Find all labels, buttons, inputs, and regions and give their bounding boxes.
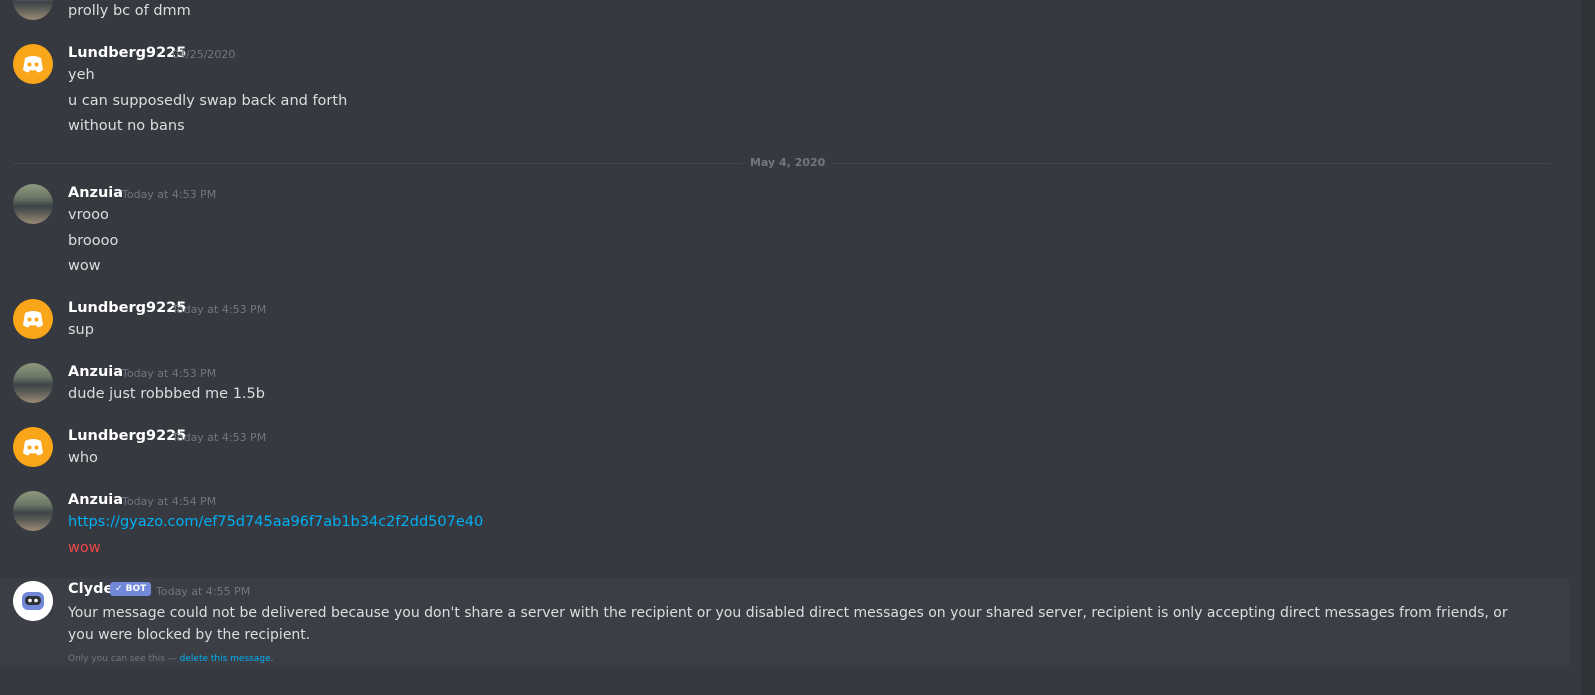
message-link[interactable]: https://gyazo.com/ef75d745aa96f7ab1b34c2… — [68, 514, 483, 530]
scrollbar[interactable] — [1581, 0, 1595, 695]
message-text: who — [68, 450, 98, 466]
message-text: yeh — [68, 67, 95, 83]
author-name[interactable]: Lundberg9225 — [68, 428, 186, 444]
author-name[interactable]: Anzuia — [68, 492, 123, 508]
avatar[interactable] — [13, 184, 53, 224]
discord-icon — [23, 311, 43, 328]
timestamp: Today at 4:53 PM — [172, 431, 267, 444]
author-name[interactable]: Anzuia — [68, 185, 123, 201]
message-text: wow — [68, 258, 101, 274]
author-name[interactable]: Lundberg9225 — [68, 45, 186, 61]
avatar[interactable] — [13, 581, 53, 621]
ephemeral-note: Only you can see this — delete this mess… — [68, 654, 273, 664]
message-text: prolly bc of dmm — [68, 3, 191, 19]
avatar[interactable] — [13, 363, 53, 403]
timestamp: Today at 4:53 PM — [122, 188, 217, 201]
delete-message-link[interactable]: delete this message. — [180, 654, 274, 664]
timestamp: Today at 4:55 PM — [156, 585, 251, 598]
author-name[interactable]: Clyde — [68, 581, 113, 597]
note-prefix: Only you can see this — — [68, 654, 180, 664]
avatar[interactable] — [13, 44, 53, 84]
discord-icon — [23, 56, 43, 73]
message-text: u can supposedly swap back and forth — [68, 93, 348, 109]
avatar[interactable] — [13, 0, 53, 20]
timestamp: Today at 4:53 PM — [172, 303, 267, 316]
timestamp: 04/25/2020 — [172, 48, 236, 61]
bot-message-text: Your message could not be delivered beca… — [68, 605, 1508, 643]
timestamp: Today at 4:53 PM — [122, 367, 217, 380]
discord-icon — [23, 439, 43, 456]
avatar[interactable] — [13, 427, 53, 467]
avatar[interactable] — [13, 299, 53, 339]
message-text: vrooo — [68, 207, 109, 223]
message-text: sup — [68, 322, 94, 338]
message-text: without no bans — [68, 118, 185, 134]
chat-log: prolly bc of dmm Lundberg9225 04/25/2020… — [0, 0, 1595, 695]
message-text: broooo — [68, 233, 119, 249]
author-name[interactable]: Anzuia — [68, 364, 123, 380]
avatar[interactable] — [13, 491, 53, 531]
bot-badge: ✓ BOT — [110, 582, 152, 596]
message-text: wow — [68, 540, 101, 556]
message-text: dude just robbbed me 1.5b — [68, 386, 265, 402]
author-name[interactable]: Lundberg9225 — [68, 300, 186, 316]
date-divider-label: May 4, 2020 — [742, 156, 834, 169]
robot-icon — [13, 581, 53, 621]
timestamp: Today at 4:54 PM — [122, 495, 217, 508]
